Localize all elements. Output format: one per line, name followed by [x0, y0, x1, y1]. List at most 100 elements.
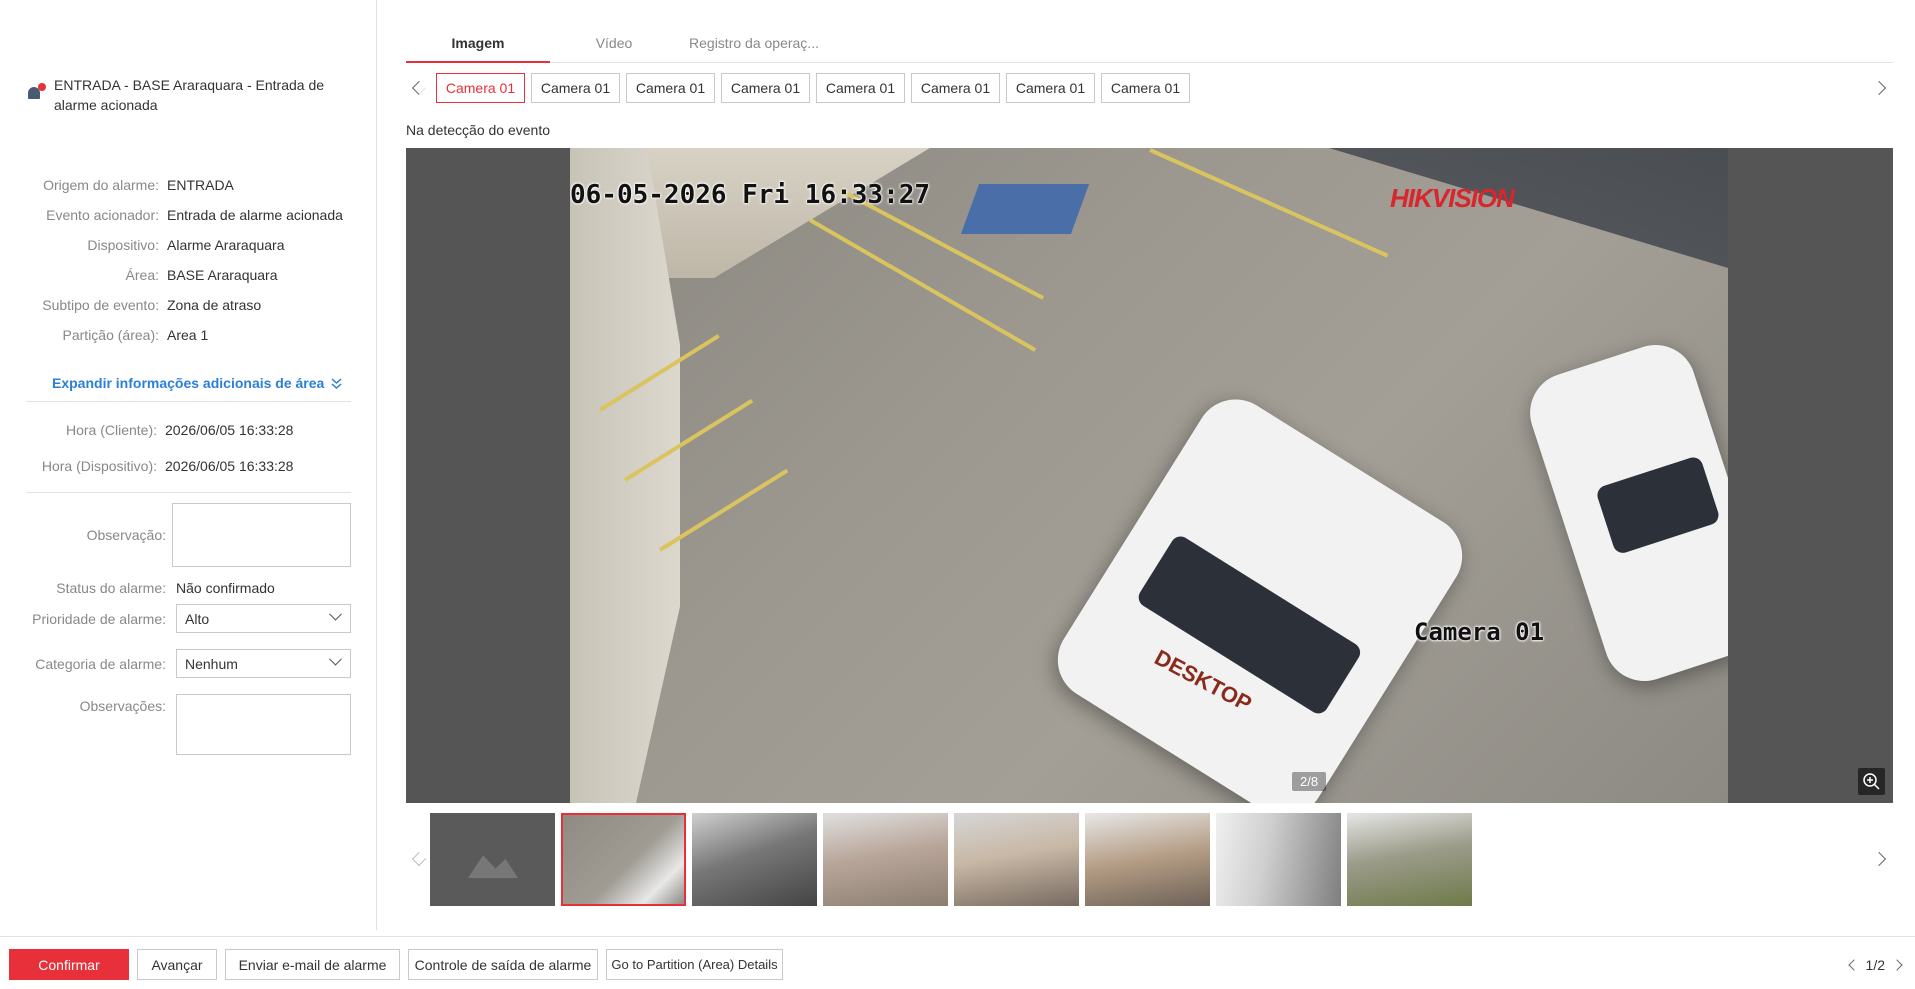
parking-line: [1149, 148, 1389, 258]
pager-next-icon[interactable]: [1891, 959, 1903, 971]
camera-tab[interactable]: Camera 01: [911, 73, 1000, 103]
thumbnail-strip: [406, 811, 1893, 907]
double-chevron-down-icon: [331, 377, 342, 389]
expand-area-info-label: Expandir informações adicionais de área: [52, 375, 325, 391]
vehicle-windshield: [1594, 454, 1722, 556]
time-row-device: Hora (Dispositivo): 2026/06/05 16:33:28: [0, 456, 377, 476]
status-value: Não confirmado: [176, 580, 275, 596]
alarm-output-control-button[interactable]: Controle de saída de alarme: [408, 949, 598, 980]
priority-select[interactable]: Alto: [176, 604, 351, 633]
advance-button[interactable]: Avançar: [137, 949, 217, 980]
time-value: 2026/06/05 16:33:28: [165, 422, 294, 438]
priority-selected-value: Alto: [185, 610, 210, 627]
time-label: Hora (Cliente):: [65, 422, 157, 438]
send-email-button[interactable]: Enviar e-mail de alarme: [225, 949, 400, 980]
detail-row-trigger-event: Evento acionador: Entrada de alarme acio…: [0, 205, 377, 225]
detail-row-origin: Origem do alarme: ENTRADA: [0, 175, 377, 195]
parking-line: [809, 218, 1037, 352]
building-side-wall: [570, 148, 680, 803]
detail-value: Zona de atraso: [167, 297, 262, 313]
alarm-title: ENTRADA - BASE Araraquara - Entrada de a…: [54, 77, 325, 113]
tab-operation-log[interactable]: Registro da operaç...: [684, 28, 824, 63]
status-label: Status do alarme:: [56, 580, 166, 596]
tab-video[interactable]: Vídeo: [554, 28, 674, 63]
observation-textarea[interactable]: [172, 503, 351, 567]
thumbnail-image: [954, 813, 1079, 906]
observations-label: Observações:: [79, 698, 166, 714]
camera-tab[interactable]: Camera 01: [1101, 73, 1190, 103]
camera-tab[interactable]: Camera 01: [721, 73, 810, 103]
camera-next-arrow-icon[interactable]: [1871, 80, 1887, 96]
thumbnail-prev-arrow-icon[interactable]: [411, 851, 427, 867]
thumbnail[interactable]: [1347, 813, 1472, 906]
observations-textarea[interactable]: [176, 694, 351, 755]
zoom-in-icon: [1863, 773, 1880, 790]
camera-snapshot: 06-05-2026 Fri 16:33:27 HIKVISION Camera…: [570, 148, 1728, 803]
osd-camera-name: Camera 01: [1414, 618, 1545, 646]
vehicle-front: [1042, 384, 1478, 803]
confirm-button[interactable]: Confirmar: [9, 949, 129, 980]
detail-label: Origem do alarme:: [43, 177, 159, 193]
image-placeholder-icon: [468, 855, 518, 878]
media-tabs: Imagem Vídeo Registro da operaç...: [406, 28, 1893, 63]
category-selected-value: Nenhum: [185, 655, 238, 672]
pager-prev-icon[interactable]: [1847, 959, 1860, 971]
thumbnail-image: [1347, 813, 1472, 906]
detail-label: Dispositivo:: [87, 237, 159, 253]
image-viewer: 06-05-2026 Fri 16:33:27 HIKVISION Camera…: [406, 148, 1893, 803]
image-caption: Na detecção do evento: [406, 122, 550, 138]
detail-row-event-subtype: Subtipo de evento: Zona de atraso: [0, 295, 377, 315]
detail-value: ENTRADA: [167, 177, 234, 193]
expand-area-info-link[interactable]: Expandir informações adicionais de área: [52, 375, 343, 391]
thumbnail[interactable]: [561, 813, 686, 906]
thumbnail[interactable]: [1085, 813, 1210, 906]
osd-timestamp: 06-05-2026 Fri 16:33:27: [570, 180, 931, 210]
chevron-down-icon: [329, 652, 342, 666]
thumbnail-image: [1216, 813, 1341, 906]
camera-tab[interactable]: Camera 01: [626, 73, 715, 103]
vehicle-windshield: [1134, 532, 1364, 718]
zoom-in-button[interactable]: [1858, 768, 1885, 795]
detail-value: Area 1: [167, 327, 209, 343]
camera-tab[interactable]: Camera 01: [1006, 73, 1095, 103]
observation-label: Observação:: [86, 527, 166, 543]
time-value: 2026/06/05 16:33:28: [165, 458, 294, 474]
thumbnail[interactable]: [1216, 813, 1341, 906]
pager-label: 1/2: [1865, 957, 1885, 973]
alarm-header: ENTRADA - BASE Araraquara - Entrada de a…: [26, 75, 356, 115]
partition-details-button[interactable]: Go to Partition (Area) Details: [606, 949, 783, 980]
pager: 1/2: [1847, 957, 1903, 973]
thumbnail[interactable]: [430, 813, 555, 906]
thumbnail[interactable]: [954, 813, 1079, 906]
detail-label: Subtipo de evento:: [42, 297, 159, 313]
detail-row-device: Dispositivo: Alarme Araraquara: [0, 235, 377, 255]
tab-image[interactable]: Imagem: [406, 28, 550, 63]
detail-value: Entrada de alarme acionada: [167, 207, 343, 223]
time-label: Hora (Dispositivo):: [41, 458, 157, 474]
vehicle-right: [1519, 334, 1728, 692]
thumbnail-next-arrow-icon[interactable]: [1871, 851, 1887, 867]
camera-prev-arrow-icon[interactable]: [411, 80, 427, 96]
camera-tab[interactable]: Camera 01: [531, 73, 620, 103]
thumbnail-image: [692, 813, 817, 906]
image-counter: 2/8: [1292, 772, 1327, 791]
camera-tab[interactable]: Camera 01: [436, 73, 525, 103]
thumbnail-image: [823, 813, 948, 906]
camera-tab[interactable]: Camera 01: [816, 73, 905, 103]
detail-value: BASE Araraquara: [167, 267, 278, 283]
detail-label: Partição (área):: [62, 327, 159, 343]
detail-value: Alarme Araraquara: [167, 237, 285, 253]
detail-row-area: Área: BASE Araraquara: [0, 265, 377, 285]
alarm-bell-icon: [26, 83, 46, 101]
time-row-client: Hora (Cliente): 2026/06/05 16:33:28: [0, 420, 377, 440]
category-label: Categoria de alarme:: [35, 656, 166, 672]
detail-label: Evento acionador:: [46, 207, 159, 223]
camera-selector: Camera 01 Camera 01 Camera 01 Camera 01 …: [406, 73, 1893, 105]
category-select[interactable]: Nenhum: [176, 649, 351, 678]
thumbnail-image: [563, 815, 684, 904]
thumbnail[interactable]: [823, 813, 948, 906]
thumbnail[interactable]: [692, 813, 817, 906]
alarm-detail-panel: ENTRADA - BASE Araraquara - Entrada de a…: [0, 0, 377, 930]
accessible-parking-icon: [960, 184, 1090, 234]
detail-label: Área:: [125, 267, 159, 283]
